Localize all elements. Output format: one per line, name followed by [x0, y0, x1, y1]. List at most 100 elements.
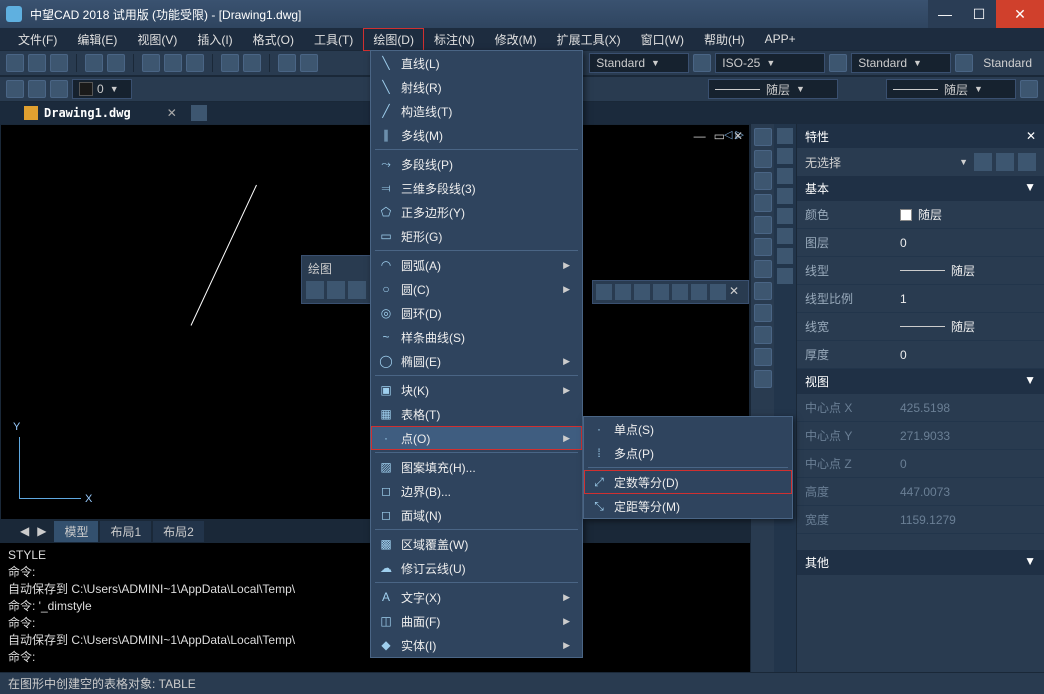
dim-style-combo[interactable]: ISO-25▼ [715, 53, 825, 73]
paste-icon[interactable] [186, 54, 204, 72]
ft-pline-icon[interactable] [348, 281, 366, 299]
mi-mline[interactable]: ∥多线(M) [371, 123, 582, 147]
mf-icon-5[interactable] [672, 284, 688, 300]
mleaderstyle-icon[interactable] [955, 54, 973, 72]
mi-xline[interactable]: ╱构造线(T) [371, 99, 582, 123]
section-other[interactable]: 其他▼ [797, 550, 1044, 575]
lineweight-by-layer-combo[interactable]: 随层▼ [886, 79, 1016, 99]
vtb-move-icon[interactable] [754, 194, 772, 212]
copy-icon[interactable] [164, 54, 182, 72]
floating-draw-toolbar[interactable]: 绘图 [301, 255, 371, 304]
vtb2-mirror-icon[interactable] [777, 168, 793, 184]
selection-arrow-icon[interactable]: ▼ [959, 157, 968, 167]
smi-divide[interactable]: ⤢定数等分(D) [584, 470, 792, 494]
vtb2-line-icon[interactable] [777, 128, 793, 144]
layer-props-icon[interactable] [6, 80, 24, 98]
prop-btn1-icon[interactable] [974, 153, 992, 171]
mi-wipeout[interactable]: ▩区域覆盖(W) [371, 532, 582, 556]
menu-insert[interactable]: 插入(I) [187, 28, 242, 51]
doc-minimize-icon[interactable]: — [694, 129, 706, 143]
maximize-button[interactable]: ☐ [962, 0, 996, 28]
nav-arrows[interactable]: ◁ ▷ [724, 128, 744, 141]
mi-boundary[interactable]: ◻边界(B)... [371, 479, 582, 503]
vtab-right-icon[interactable]: ▶ [37, 524, 46, 538]
mi-region[interactable]: ◻面域(N) [371, 503, 582, 527]
menu-modify[interactable]: 修改(M) [485, 28, 547, 51]
undo-icon[interactable] [221, 54, 239, 72]
mleader-style-combo[interactable]: Standard [977, 56, 1038, 70]
table-style-combo[interactable]: Standard▼ [851, 53, 951, 73]
menu-ext-tools[interactable]: 扩展工具(X) [547, 28, 631, 51]
mf-icon-4[interactable] [653, 284, 669, 300]
vtb2-offset-icon[interactable] [777, 188, 793, 204]
vtb-mirror-icon[interactable] [754, 172, 772, 190]
mi-text[interactable]: A文字(X)▶ [371, 585, 582, 609]
mi-donut[interactable]: ◎圆环(D) [371, 301, 582, 325]
mi-rect[interactable]: ▭矩形(G) [371, 224, 582, 248]
menu-view[interactable]: 视图(V) [127, 28, 187, 51]
vtb-distance-icon[interactable] [754, 128, 772, 146]
prop-btn3-icon[interactable] [1018, 153, 1036, 171]
vtb-break-icon[interactable] [754, 282, 772, 300]
ft-line-icon[interactable] [306, 281, 324, 299]
vtab-model[interactable]: 模型 [54, 521, 98, 542]
prop-btn2-icon[interactable] [996, 153, 1014, 171]
properties-close-icon[interactable]: ✕ [1026, 129, 1036, 143]
dim-icon[interactable] [693, 54, 711, 72]
midfloat-toolbar[interactable]: ✕ [592, 280, 749, 304]
prop-color-value[interactable]: 随层 [900, 206, 942, 223]
smi-single-point[interactable]: ·单点(S) [584, 417, 792, 441]
prop-thick-value[interactable]: 0 [900, 346, 907, 363]
mi-point[interactable]: ·点(O)▶ [371, 426, 582, 450]
mi-polygon[interactable]: ⬠正多边形(Y) [371, 200, 582, 224]
menu-tools[interactable]: 工具(T) [304, 28, 363, 51]
prop-lweight-value[interactable]: 随层 [900, 318, 975, 335]
mf-icon-1[interactable] [596, 284, 612, 300]
mf-icon-2[interactable] [615, 284, 631, 300]
doc-tab-drawing1[interactable]: Drawing1.dwg ✕ [24, 106, 177, 120]
menu-help[interactable]: 帮助(H) [694, 28, 755, 51]
mi-ray[interactable]: ╲射线(R) [371, 75, 582, 99]
vtb2-copy-icon[interactable] [777, 148, 793, 164]
menu-format[interactable]: 格式(O) [243, 28, 304, 51]
mi-block[interactable]: ▣块(K)▶ [371, 378, 582, 402]
mf-icon-3[interactable] [634, 284, 650, 300]
new-tab-icon[interactable] [191, 105, 207, 121]
mi-line[interactable]: ╲直线(L) [371, 51, 582, 75]
vtab-layout1[interactable]: 布局1 [100, 521, 151, 542]
vtb-trim-icon[interactable] [754, 238, 772, 256]
mi-pline3d[interactable]: ⫤三维多段线(3) [371, 176, 582, 200]
mi-spline[interactable]: ~样条曲线(S) [371, 325, 582, 349]
vtb-area-icon[interactable] [754, 150, 772, 168]
smi-multi-point[interactable]: ⁞多点(P) [584, 441, 792, 465]
vtab-left-icon[interactable]: ◀ [20, 524, 29, 538]
menu-file[interactable]: 文件(F) [8, 28, 67, 51]
mi-revcloud[interactable]: ☁修订云线(U) [371, 556, 582, 580]
color-by-layer-combo[interactable]: 随层▼ [708, 79, 838, 99]
close-button[interactable]: ✕ [996, 0, 1044, 28]
vtb-fillet-icon[interactable] [754, 326, 772, 344]
vtb2-scale-icon[interactable] [777, 268, 793, 284]
new-icon[interactable] [6, 54, 24, 72]
pan-icon[interactable] [300, 54, 318, 72]
prop-layer-value[interactable]: 0 [900, 234, 907, 251]
mf-icon-7[interactable] [710, 284, 726, 300]
prop-lscale-value[interactable]: 1 [900, 290, 907, 307]
mi-circle[interactable]: ○圆(C)▶ [371, 277, 582, 301]
zoom-icon[interactable] [278, 54, 296, 72]
vtb-chamfer-icon[interactable] [754, 304, 772, 322]
selection-type[interactable]: 无选择 [805, 154, 841, 171]
mi-ellipse[interactable]: ◯椭圆(E)▶ [371, 349, 582, 373]
redo-icon[interactable] [243, 54, 261, 72]
section-view[interactable]: 视图▼ [797, 369, 1044, 394]
mi-arc[interactable]: ◠圆弧(A)▶ [371, 253, 582, 277]
vtb-text-icon[interactable] [754, 348, 772, 366]
menu-window[interactable]: 窗口(W) [631, 28, 694, 51]
squares-icon[interactable] [1020, 80, 1038, 98]
text-style-combo[interactable]: Standard▼ [589, 53, 689, 73]
mf-close-icon[interactable]: ✕ [729, 284, 745, 300]
vtb-explode-icon[interactable] [754, 370, 772, 388]
vtb-rotate-icon[interactable] [754, 216, 772, 234]
preview-icon[interactable] [107, 54, 125, 72]
menu-dimension[interactable]: 标注(N) [424, 28, 485, 51]
